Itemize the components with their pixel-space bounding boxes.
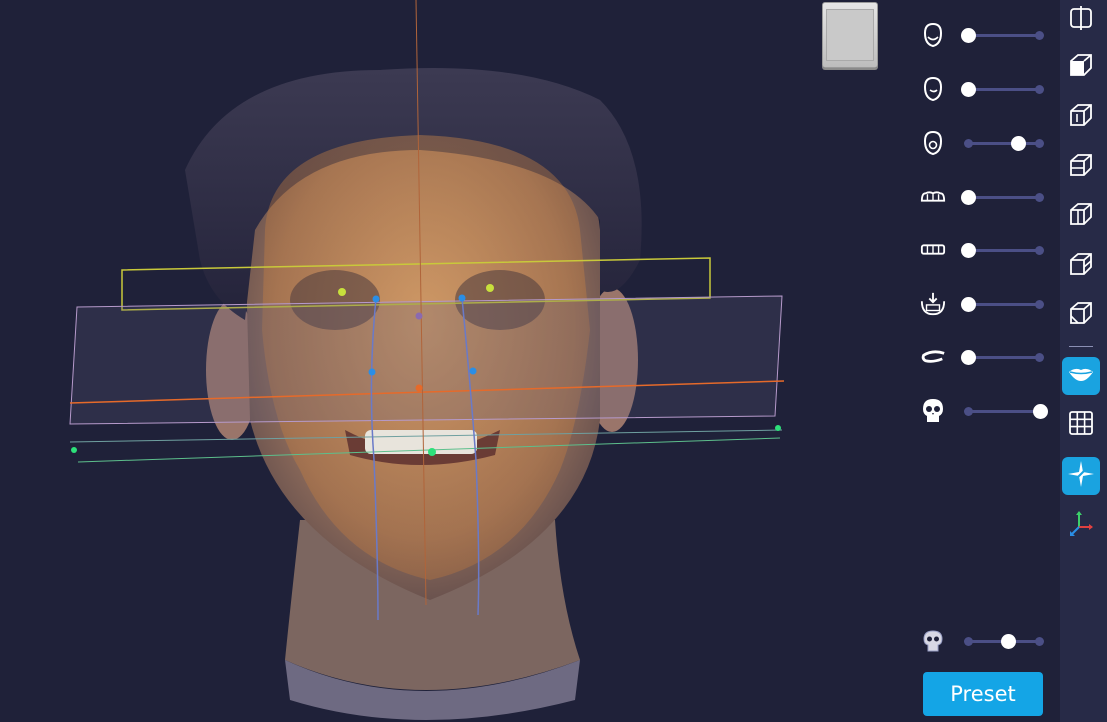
layer-opacity-panel bbox=[910, 0, 1060, 722]
split-view-icon bbox=[1069, 6, 1093, 34]
tool-plane-cross[interactable] bbox=[1062, 457, 1100, 495]
slider-thumb[interactable] bbox=[1011, 136, 1027, 151]
slider-row-face-inner bbox=[910, 128, 1060, 158]
tool-split-view[interactable] bbox=[1062, 1, 1100, 39]
global-opacity-slider[interactable] bbox=[964, 634, 1044, 649]
plane-cross-icon bbox=[1066, 459, 1096, 493]
cube-wire-4-icon bbox=[1068, 251, 1094, 281]
face-side-icon bbox=[920, 76, 946, 102]
lip-opacity-slider[interactable] bbox=[961, 350, 1044, 365]
cube-wire-1-icon bbox=[1068, 102, 1094, 132]
lip-icon bbox=[920, 344, 946, 370]
tool-cube-solid[interactable] bbox=[1062, 48, 1100, 86]
axes-icon bbox=[1067, 509, 1095, 541]
tool-lips[interactable] bbox=[1062, 357, 1100, 395]
cube-wire-2-icon bbox=[1068, 152, 1094, 182]
tool-cube-wire-5[interactable] bbox=[1062, 296, 1100, 334]
face-front-opacity-slider[interactable] bbox=[961, 28, 1044, 43]
slider-row-lower-teeth bbox=[910, 235, 1060, 265]
lower-teeth-opacity-slider[interactable] bbox=[961, 243, 1044, 258]
teeth-import-icon bbox=[920, 291, 946, 317]
slider-thumb[interactable] bbox=[961, 28, 976, 43]
upper-teeth-icon bbox=[920, 184, 946, 210]
orientation-cube[interactable] bbox=[822, 2, 878, 68]
slider-row-face-side bbox=[910, 74, 1060, 104]
teeth-import-opacity-slider[interactable] bbox=[961, 297, 1044, 312]
tool-cube-wire-4[interactable] bbox=[1062, 247, 1100, 285]
skull-icon bbox=[920, 398, 946, 424]
slider-thumb[interactable] bbox=[961, 243, 976, 258]
cube-wire-5-icon bbox=[1068, 300, 1094, 330]
face-inner-opacity-slider[interactable] bbox=[964, 136, 1044, 151]
preset-button[interactable]: Preset bbox=[923, 672, 1043, 716]
slider-row-skull bbox=[910, 396, 1060, 426]
slider-thumb[interactable] bbox=[1033, 404, 1048, 419]
slider-thumb[interactable] bbox=[961, 82, 976, 97]
tool-cube-wire-3[interactable] bbox=[1062, 197, 1100, 235]
slider-row-bottom-skull bbox=[910, 626, 1060, 656]
slider-row-lip bbox=[910, 342, 1060, 372]
slider-thumb[interactable] bbox=[961, 190, 976, 205]
slider-row-upper-teeth bbox=[910, 182, 1060, 212]
right-toolbar bbox=[1060, 0, 1107, 722]
slider-thumb[interactable] bbox=[961, 297, 976, 312]
slider-row-face-front bbox=[910, 20, 1060, 50]
skull-outline-icon bbox=[920, 628, 946, 654]
face-front-icon bbox=[920, 22, 946, 48]
upper-teeth-opacity-slider[interactable] bbox=[961, 190, 1044, 205]
3d-viewport[interactable] bbox=[0, 0, 910, 722]
tool-cube-wire-1[interactable] bbox=[1062, 98, 1100, 136]
face-scan-3d-model[interactable] bbox=[0, 0, 910, 722]
slider-row-teeth-import bbox=[910, 289, 1060, 319]
face-side-opacity-slider[interactable] bbox=[961, 82, 1044, 97]
tool-grid[interactable] bbox=[1062, 406, 1100, 444]
tool-cube-wire-2[interactable] bbox=[1062, 148, 1100, 186]
toolbar-divider bbox=[1069, 346, 1093, 347]
grid-icon bbox=[1068, 410, 1094, 440]
lower-teeth-icon bbox=[920, 237, 946, 263]
slider-thumb[interactable] bbox=[961, 350, 976, 365]
cube-solid-icon bbox=[1068, 52, 1094, 82]
cube-wire-3-icon bbox=[1068, 201, 1094, 231]
tool-axes[interactable] bbox=[1062, 506, 1100, 544]
skull-opacity-slider[interactable] bbox=[964, 404, 1048, 419]
face-inner-icon bbox=[920, 130, 946, 156]
slider-thumb[interactable] bbox=[1000, 634, 1016, 649]
lips-icon bbox=[1067, 365, 1095, 387]
